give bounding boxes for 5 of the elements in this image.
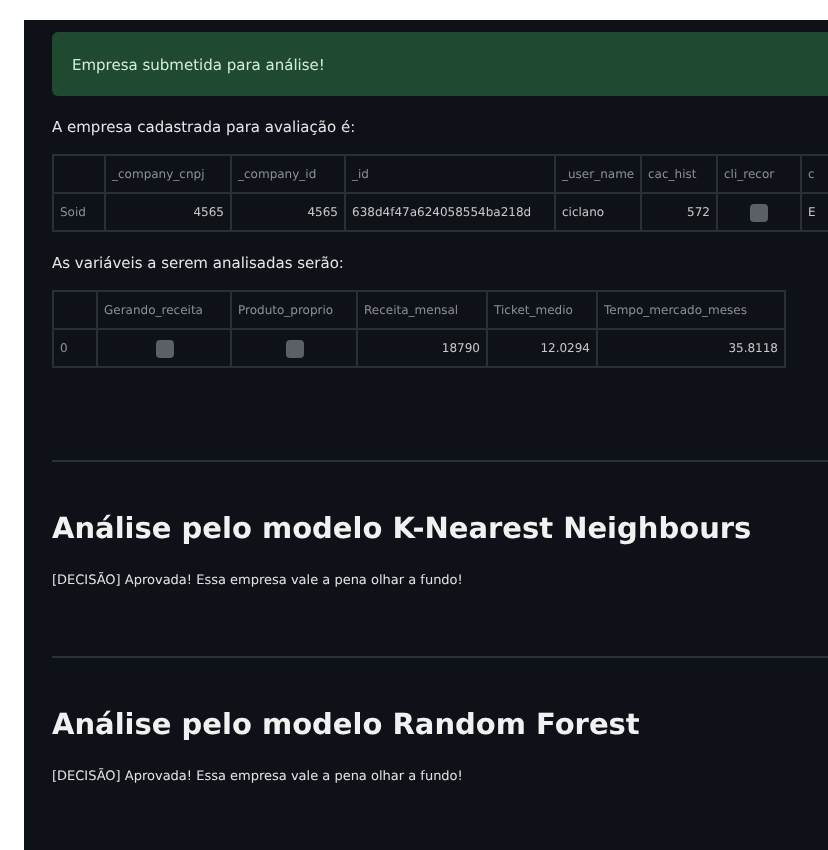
checkbox[interactable]: [750, 203, 768, 221]
section-heading: Análise pelo modelo K-Nearest Neighbours: [52, 514, 754, 546]
checkbox[interactable]: [285, 339, 303, 357]
checkbox[interactable]: [155, 339, 173, 357]
section-heading: Análise pelo modelo Random Forest: [52, 710, 642, 742]
